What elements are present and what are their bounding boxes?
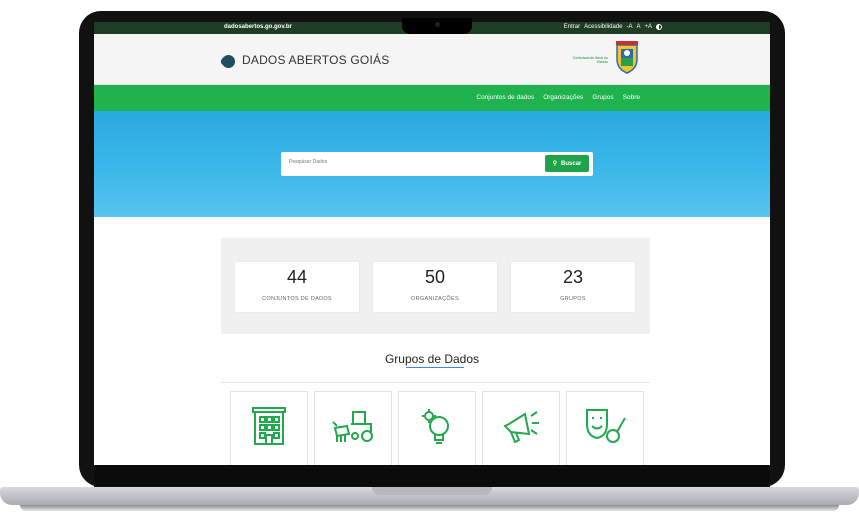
search-box: ⚲ Buscar bbox=[281, 152, 593, 176]
stat-value: 50 bbox=[424, 267, 446, 287]
accessibility-link[interactable]: Acessibilidade bbox=[584, 24, 622, 30]
search-button[interactable]: ⚲ Buscar bbox=[545, 155, 589, 172]
search-icon: ⚲ bbox=[552, 161, 558, 167]
font-decrease-link[interactable]: -A bbox=[626, 24, 632, 30]
stat-label: ORGANIZAÇÕES bbox=[411, 296, 459, 302]
theater-guitar-icon bbox=[586, 409, 626, 443]
tractor-cow-icon bbox=[332, 411, 373, 442]
laptop-screen: dadosabertos.go.gov.br Entrar Acessibili… bbox=[94, 22, 770, 465]
stat-card-datasets[interactable]: 44 CONJUNTOS DE DADOS bbox=[235, 262, 359, 312]
section-divider bbox=[221, 382, 650, 383]
state-crest-icon bbox=[616, 41, 638, 74]
nav-item-about[interactable]: Sobre bbox=[623, 94, 640, 101]
site-title[interactable]: DADOS ABERTOS GOIÁS bbox=[242, 53, 389, 67]
stat-card-organizations[interactable]: 50 ORGANIZAÇÕES bbox=[373, 262, 497, 312]
screen-bezel bbox=[94, 465, 770, 487]
laptop-base-shadow bbox=[20, 505, 839, 511]
search-input[interactable] bbox=[289, 159, 529, 165]
nav-item-organizations[interactable]: Organizações bbox=[543, 94, 583, 101]
domain-text: dadosabertos.go.gov.br bbox=[224, 24, 292, 30]
laptop-opening-notch bbox=[372, 487, 492, 495]
gear-lightbulb-icon bbox=[422, 409, 449, 444]
stat-value: 23 bbox=[562, 267, 584, 287]
partner-text: Controladoria Geral do Estado bbox=[572, 56, 608, 64]
search-button-label: Buscar bbox=[561, 160, 582, 167]
nav-item-datasets[interactable]: Conjuntos de dados bbox=[476, 94, 534, 101]
camera-icon bbox=[435, 22, 440, 27]
building-icon bbox=[252, 407, 286, 445]
stat-label: CONJUNTOS DE DADOS bbox=[262, 296, 332, 302]
font-increase-link[interactable]: +A bbox=[644, 24, 652, 30]
main-nav: Conjuntos de dados Organizações Grupos S… bbox=[94, 85, 770, 111]
group-card-communication[interactable] bbox=[482, 391, 560, 465]
title-underline bbox=[406, 367, 464, 368]
megaphone-icon bbox=[503, 411, 539, 444]
font-normal-link[interactable]: A bbox=[636, 24, 640, 30]
stat-value: 44 bbox=[286, 267, 308, 287]
groups-title: Grupos de Dados bbox=[384, 352, 480, 366]
stat-label: GRUPOS bbox=[560, 296, 586, 302]
contrast-icon[interactable] bbox=[656, 24, 662, 30]
group-card-administration[interactable] bbox=[230, 391, 308, 465]
group-card-culture[interactable] bbox=[566, 391, 644, 465]
top-links: Entrar Acessibilidade -A A +A bbox=[564, 24, 662, 30]
stats-panel: 44 CONJUNTOS DE DADOS 50 ORGANIZAÇÕES 23… bbox=[221, 238, 650, 334]
stat-card-groups[interactable]: 23 GRUPOS bbox=[511, 262, 635, 312]
site-header bbox=[94, 34, 770, 85]
nav-list: Conjuntos de dados Organizações Grupos S… bbox=[476, 94, 640, 101]
nav-item-groups[interactable]: Grupos bbox=[592, 94, 613, 101]
login-link[interactable]: Entrar bbox=[564, 24, 580, 30]
group-card-agriculture[interactable] bbox=[314, 391, 392, 465]
group-card-science[interactable] bbox=[398, 391, 476, 465]
